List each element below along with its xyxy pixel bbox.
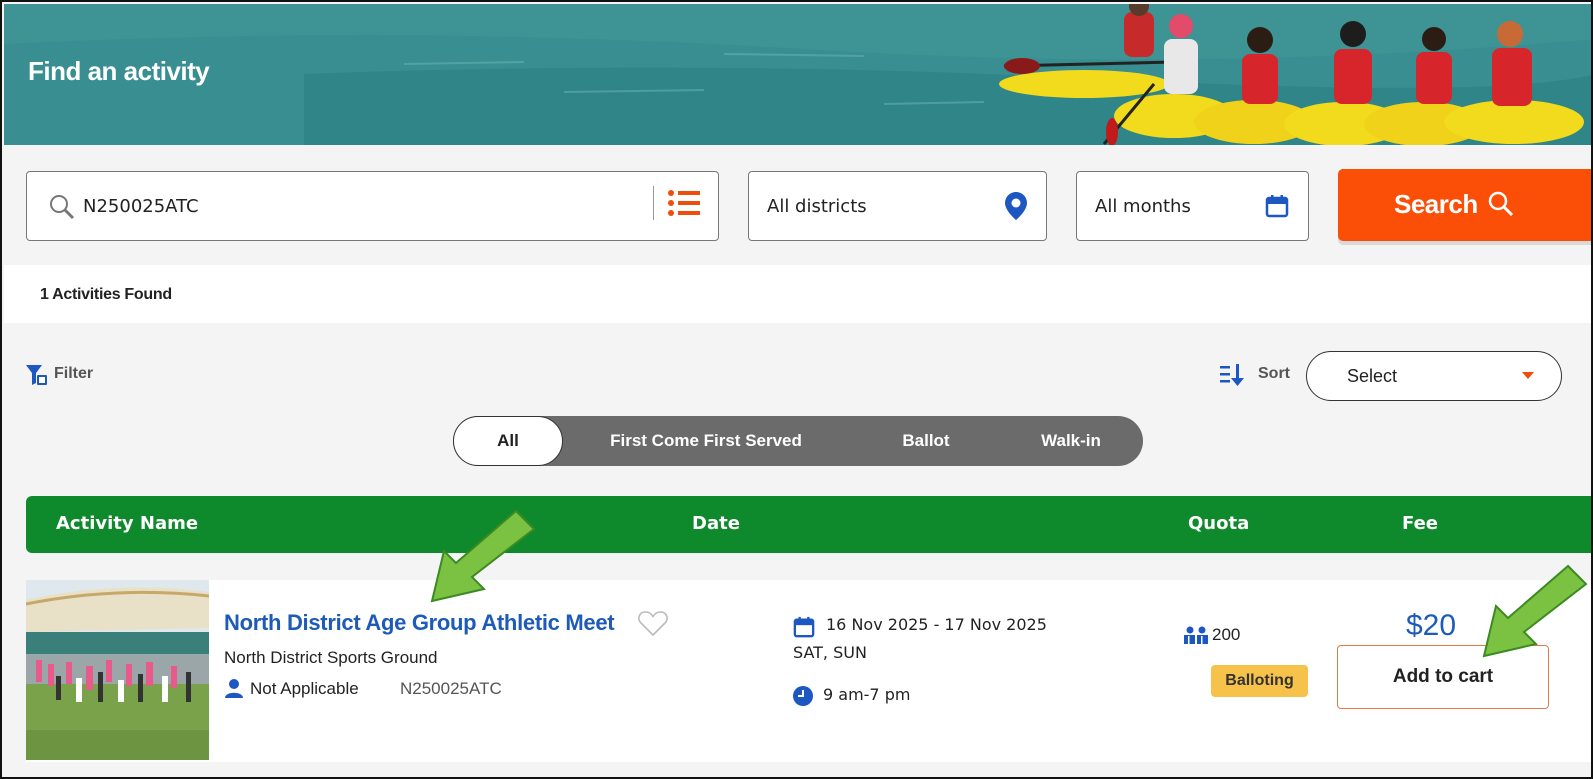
page-frame: Find an activity N250025ATC All district… (0, 0, 1593, 779)
kayak-banner-image (4, 4, 1591, 145)
people-icon (1184, 626, 1208, 644)
days-of-week: SAT, SUN (793, 643, 867, 662)
district-value: All districts (767, 196, 867, 217)
sort-label: Sort (1258, 365, 1290, 382)
clock-icon (793, 686, 813, 706)
booking-type-toggle: All First Come First Served Ballot Walk-… (453, 416, 1143, 466)
segment-all[interactable]: All (453, 416, 563, 466)
segment-ballot[interactable]: Ballot (871, 416, 981, 466)
search-button-label: Search (1394, 189, 1478, 219)
activity-title-link[interactable]: North District Age Group Athletic Meet (224, 610, 615, 636)
time-range: 9 am-7 pm (823, 685, 911, 704)
calendar-icon (793, 616, 815, 638)
results-count: 1 Activities Found (40, 286, 172, 303)
keyword-search-input[interactable]: N250025ATC (26, 171, 719, 241)
filter-button[interactable]: Filter (26, 364, 93, 391)
divider (653, 186, 654, 220)
activity-code: N250025ATC (400, 679, 502, 698)
keyword-value: N250025ATC (83, 196, 199, 217)
column-header-quota: Quota (1188, 513, 1250, 534)
favorite-heart-icon[interactable] (638, 610, 668, 636)
month-select[interactable]: All months (1076, 171, 1309, 241)
activity-venue: North District Sports Ground (224, 648, 438, 667)
page-title: Find an activity (28, 56, 210, 86)
district-select[interactable]: All districts (748, 171, 1047, 241)
results-count-bar: 1 Activities Found (4, 265, 1591, 323)
annotation-arrow-icon (430, 509, 536, 603)
search-icon (50, 195, 75, 220)
month-value: All months (1095, 196, 1191, 217)
sort-dropdown[interactable]: Select (1306, 351, 1562, 401)
activity-thumbnail[interactable] (26, 580, 209, 760)
sort-icon[interactable] (1220, 364, 1246, 386)
column-header-activity-name: Activity Name (56, 513, 199, 534)
quota-value: 200 (1212, 625, 1241, 644)
filter-icon (26, 365, 47, 385)
results-table-header: Activity Name Date Quota Fee (26, 496, 1591, 553)
search-bar: N250025ATC All districts All months Sear… (4, 145, 1591, 265)
location-pin-icon (1005, 192, 1027, 220)
fee-value: $20 (1406, 609, 1457, 642)
column-header-fee: Fee (1402, 513, 1438, 534)
date-range: 16 Nov 2025 - 17 Nov 2025 (826, 615, 1047, 634)
list-icon[interactable] (667, 188, 701, 218)
search-button[interactable]: Search (1338, 169, 1591, 241)
age-group: Not Applicable (250, 679, 359, 698)
segment-first-come-first-served[interactable]: First Come First Served (586, 416, 826, 466)
chevron-down-icon (1522, 372, 1534, 379)
person-icon (225, 679, 243, 698)
search-icon (1488, 191, 1514, 217)
table-row: North District Age Group Athletic Meet N… (26, 580, 1591, 762)
segment-walk-in[interactable]: Walk-in (1021, 416, 1121, 466)
sort-value: Select (1347, 366, 1398, 386)
column-header-date: Date (692, 513, 740, 534)
calendar-icon (1265, 195, 1289, 218)
filter-label: Filter (54, 365, 94, 382)
annotation-arrow-icon (1482, 564, 1588, 658)
status-badge: Balloting (1211, 665, 1308, 697)
hero-banner: Find an activity (4, 4, 1591, 145)
